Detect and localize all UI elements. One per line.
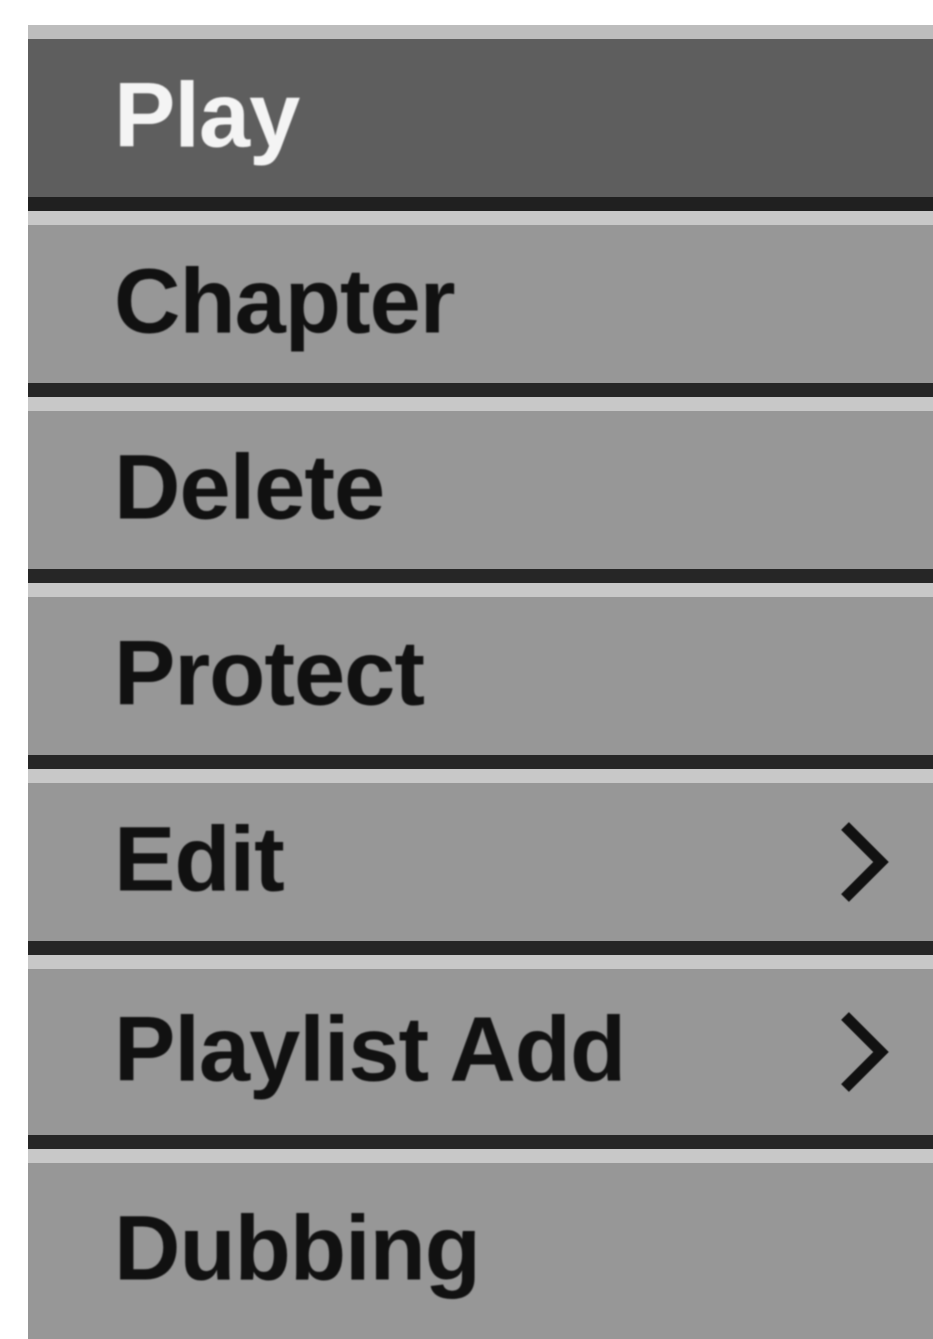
menu-item-label: Delete <box>114 436 385 539</box>
menu-item-label: Play <box>114 64 300 167</box>
menu-item-protect[interactable]: Protect <box>28 583 933 769</box>
menu-item-edit[interactable]: Edit <box>28 769 933 955</box>
menu-item-label: Protect <box>114 622 425 725</box>
context-menu: Play Chapter Delete Protect Edit Playlis… <box>28 25 933 1339</box>
menu-item-dubbing[interactable]: Dubbing <box>28 1149 933 1339</box>
menu-item-playlist-add[interactable]: Playlist Add <box>28 955 933 1149</box>
chevron-right-icon <box>841 822 889 902</box>
menu-item-play[interactable]: Play <box>28 25 933 211</box>
menu-item-label: Dubbing <box>114 1197 481 1300</box>
menu-item-label: Chapter <box>114 250 456 353</box>
menu-item-delete[interactable]: Delete <box>28 397 933 583</box>
menu-item-chapter[interactable]: Chapter <box>28 211 933 397</box>
chevron-right-icon <box>841 1012 889 1092</box>
menu-item-label: Playlist Add <box>114 998 626 1101</box>
menu-item-label: Edit <box>114 808 285 911</box>
